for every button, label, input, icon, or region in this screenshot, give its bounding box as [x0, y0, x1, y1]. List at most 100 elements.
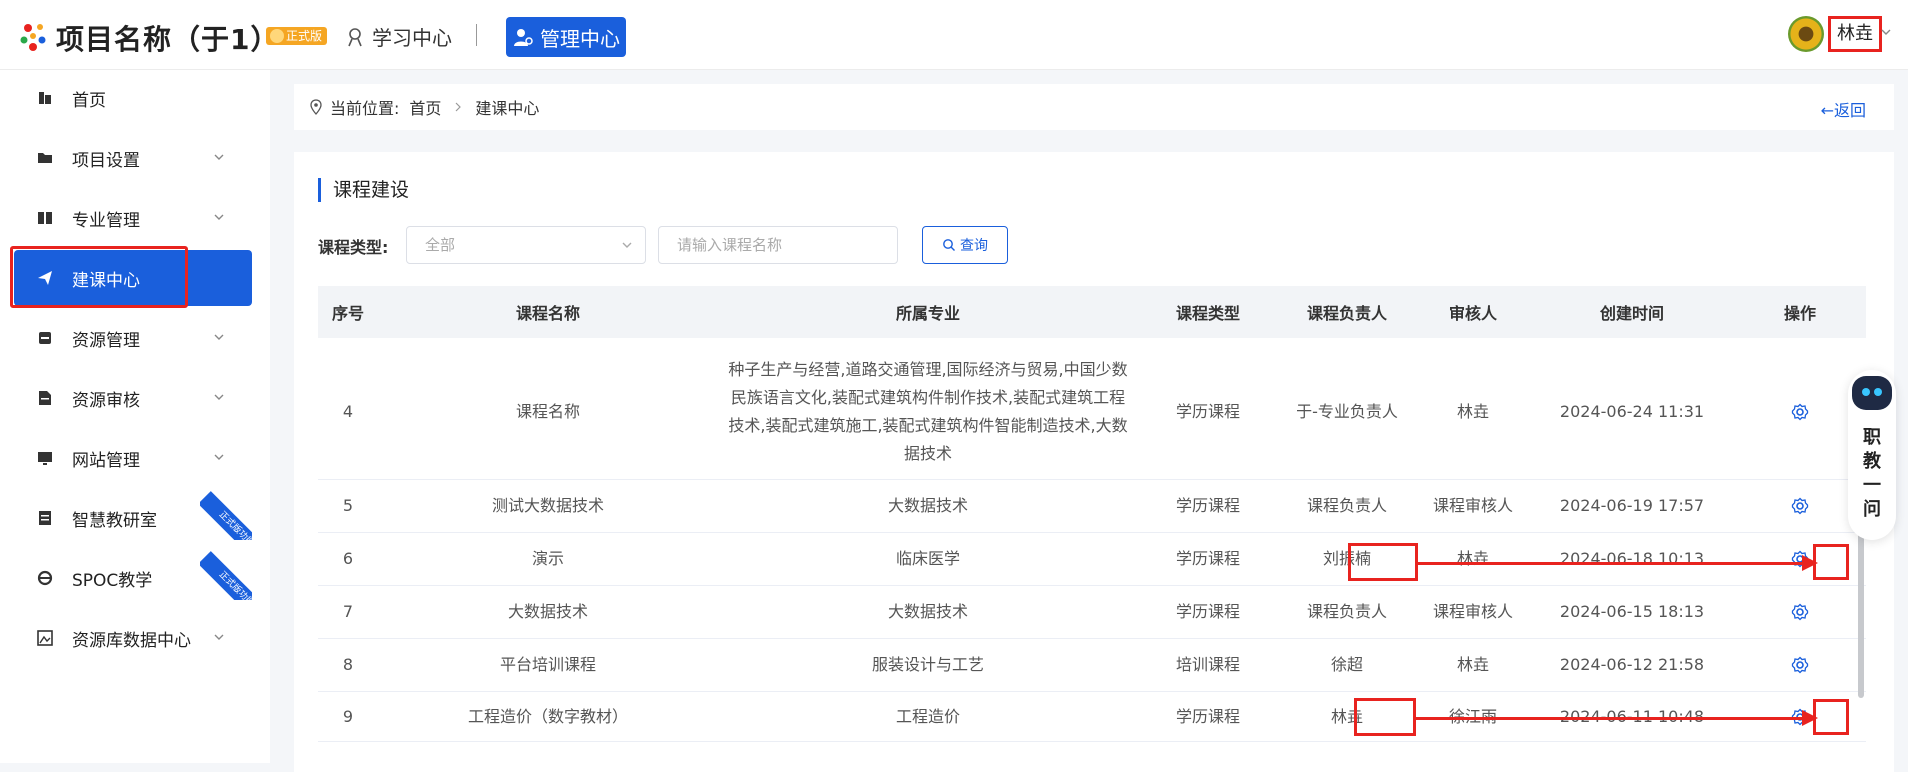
chevron-down-icon	[214, 394, 224, 400]
highlight-arrow	[1418, 555, 1818, 571]
active-item-highlight	[10, 246, 188, 308]
cell-owner: 徐超	[1330, 655, 1363, 674]
table-header: 序号 课程名称 所属专业 课程类型 课程负责人 审核人 创建时间 操作	[318, 286, 1866, 338]
chevron-down-icon	[622, 242, 632, 248]
chevron-down-icon	[214, 214, 224, 220]
cell-major: 大数据技术	[887, 602, 968, 621]
gear-icon[interactable]	[1791, 497, 1809, 515]
filter-label: 课程类型:	[318, 238, 389, 257]
cell-no: 4	[342, 401, 354, 421]
pro-feature-ribbon: 正式版功能	[200, 548, 252, 600]
back-link[interactable]: ←返回	[1821, 97, 1866, 121]
cell-major: 种子生产与经营,道路交通管理,国际经济与贸易,中国少数民族语言文化,装配式建筑构…	[728, 359, 1128, 463]
clipboard-icon	[39, 511, 51, 525]
cell-reviewer: 林垚	[1456, 401, 1489, 421]
cell-major: 服装设计与工艺	[871, 655, 984, 674]
nav-management-center[interactable]: 管理中心	[506, 17, 626, 57]
cell-type: 学历课程	[1175, 401, 1240, 421]
top-header: 项目名称（于1） 正式版 学习中心 管理中心 林垚	[0, 0, 1908, 70]
document-icon	[39, 391, 51, 405]
course-panel: 课程建设 课程类型: 全部 查询 序号 课程名称 所属专业 课程类型 课程负责人…	[294, 152, 1894, 772]
cell-no: 5	[342, 496, 354, 515]
cell-reviewer: 林垚	[1456, 549, 1489, 568]
col-header: 操作	[1783, 304, 1816, 323]
cell-no: 9	[342, 706, 354, 726]
ai-assistant-widget[interactable]: 职教一问	[1848, 370, 1896, 540]
logo-icon	[20, 24, 46, 51]
folder-icon	[38, 153, 52, 163]
monitor-icon	[38, 452, 52, 465]
nav-study-center[interactable]: 学习中心	[344, 22, 452, 51]
sidebar-item-website-management[interactable]: 网站管理	[14, 430, 252, 486]
cell-no: 8	[342, 655, 354, 674]
cell-created: 2024-06-24 11:31	[1559, 401, 1705, 421]
cell-type: 学历课程	[1175, 496, 1240, 515]
breadcrumb: 当前位置: 首页 建课中心 ←返回	[294, 84, 1894, 130]
sidebar-item-label: 智慧教研室	[72, 510, 157, 531]
sidebar-item-resource-management[interactable]: 资源管理	[14, 310, 252, 366]
browser-e-icon	[37, 570, 53, 586]
owner-highlight-box	[1348, 543, 1418, 581]
cell-course-name: 工程造价（数字教材）	[467, 706, 628, 726]
cell-course-name: 大数据技术	[507, 602, 588, 621]
chevron-down-icon	[214, 634, 224, 640]
back-label: 返回	[1833, 101, 1866, 120]
course-type-value: 全部	[425, 236, 456, 254]
gear-icon[interactable]	[1791, 656, 1809, 674]
chevron-down-icon	[214, 334, 224, 340]
sidebar-item-label: SPOC教学	[72, 570, 153, 591]
chevron-right-icon	[455, 102, 462, 112]
breadcrumb-current: 建课中心	[475, 99, 540, 118]
assistant-label: 职教一问	[1863, 427, 1881, 520]
sidebar-item-project-settings[interactable]: 项目设置	[14, 130, 252, 186]
cell-action	[1734, 639, 1866, 691]
crown-icon	[270, 29, 284, 43]
cell-action	[1734, 344, 1866, 479]
cell-course-name: 演示	[531, 549, 564, 568]
cell-reviewer: 课程审核人	[1432, 602, 1513, 621]
chevron-down-icon	[214, 454, 224, 460]
ribbon-label: 正式版功能	[200, 491, 252, 540]
sidebar-item-label: 资源审核	[72, 390, 140, 411]
breadcrumb-home[interactable]: 首页	[409, 95, 441, 119]
query-button[interactable]: 查询	[922, 226, 1008, 264]
search-icon	[943, 239, 955, 251]
col-header: 序号	[332, 304, 365, 323]
highlight-arrow	[1416, 710, 1818, 726]
chevron-down-icon	[214, 154, 224, 160]
gear-icon[interactable]	[1791, 603, 1809, 621]
cell-no: 6	[342, 549, 354, 568]
col-header: 课程类型	[1175, 304, 1240, 323]
cell-created: 2024-06-18 10:13	[1559, 549, 1705, 568]
sidebar: 首页 项目设置 专业管理 建课中心 资源管理 资源审核 网站管理 智慧教研室 正…	[0, 70, 270, 763]
col-header: 课程负责人	[1306, 304, 1387, 323]
sidebar-item-home[interactable]: 首页	[14, 70, 252, 126]
sidebar-item-major-management[interactable]: 专业管理	[14, 190, 252, 246]
table-row: 7 大数据技术 大数据技术 学历课程 课程负责人 课程审核人 2024-06-1…	[318, 586, 1866, 639]
avatar[interactable]	[1788, 16, 1824, 52]
breadcrumb-prefix: 当前位置:	[330, 99, 400, 118]
cell-owner: 于-专业负责人	[1296, 401, 1398, 421]
table-row: 4 课程名称 种子生产与经营,道路交通管理,国际经济与贸易,中国少数民族语言文化…	[318, 344, 1866, 480]
ribbon-label: 正式版功能	[200, 551, 252, 600]
app-title: 项目名称（于1）	[56, 23, 280, 56]
cell-created: 2024-06-15 18:13	[1559, 602, 1705, 621]
sidebar-item-resource-review[interactable]: 资源审核	[14, 370, 252, 426]
nav-study-label: 学习中心	[372, 26, 452, 50]
robot-eye	[1862, 388, 1870, 396]
location-pin-icon	[310, 99, 322, 115]
course-type-select[interactable]: 全部	[406, 226, 646, 264]
chevron-down-icon[interactable]	[1880, 26, 1892, 38]
sidebar-item-resource-data-center[interactable]: 资源库数据中心	[14, 610, 252, 666]
table-row: 5 测试大数据技术 大数据技术 学历课程 课程负责人 课程审核人 2024-06…	[318, 480, 1866, 533]
study-center-icon	[348, 27, 362, 46]
course-name-input[interactable]	[658, 226, 898, 264]
cell-type: 培训课程	[1175, 655, 1240, 674]
user-name[interactable]: 林垚	[1828, 16, 1882, 52]
cell-created: 2024-06-12 21:58	[1559, 655, 1705, 674]
cell-course-name: 课程名称	[515, 401, 580, 421]
cell-course-name: 测试大数据技术	[491, 496, 604, 515]
sidebar-item-label: 首页	[72, 90, 106, 111]
col-header: 创建时间	[1599, 304, 1664, 323]
gear-icon[interactable]	[1791, 403, 1809, 421]
